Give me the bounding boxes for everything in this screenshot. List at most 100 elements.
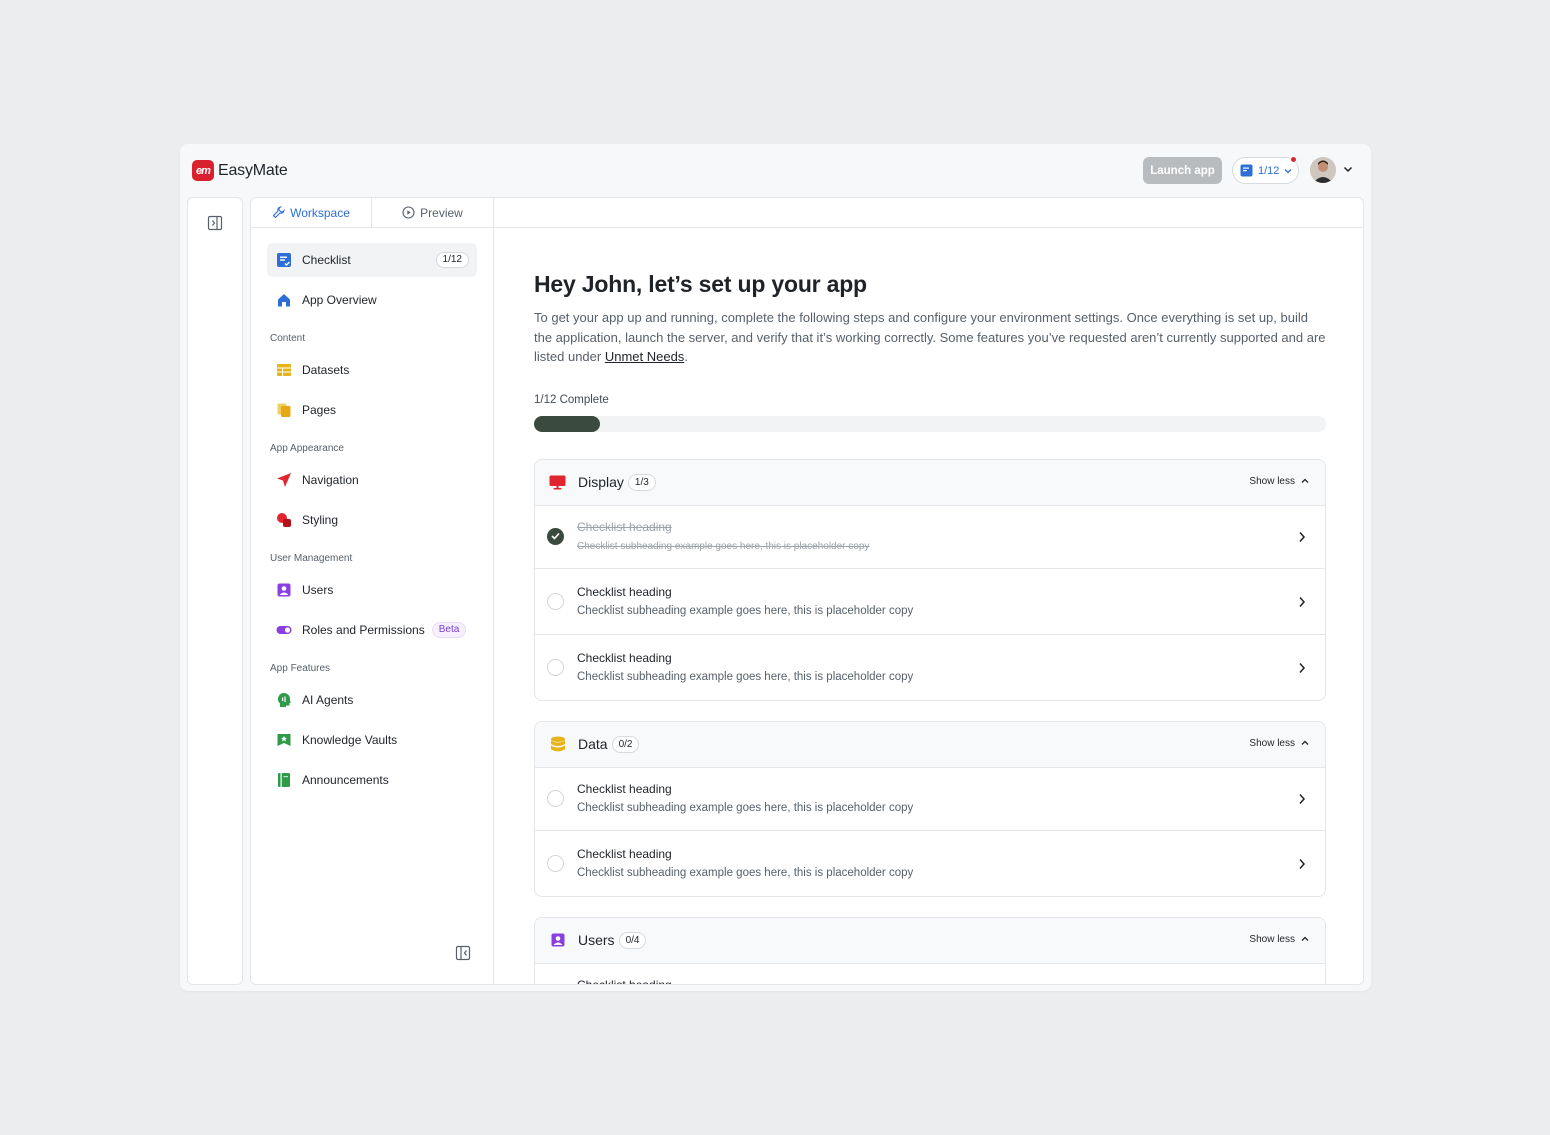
notification-dot <box>1290 156 1297 163</box>
sidebar-item-knowledge-vaults[interactable]: Knowledge Vaults <box>267 723 477 757</box>
sidebar-item-users[interactable]: Users <box>267 573 477 607</box>
group-count-badge: 0/2 <box>611 735 640 753</box>
checklist-heading: Checklist heading <box>577 650 672 665</box>
checklist-row[interactable]: Checklist heading Checklist subheading e… <box>535 567 1325 634</box>
checklist-subheading: Checklist subheading example goes here, … <box>577 540 870 552</box>
avatar-image <box>1310 157 1336 183</box>
collapse-sidebar-icon[interactable] <box>455 945 471 961</box>
tab-workspace[interactable]: Workspace <box>251 198 372 227</box>
sidebar-item-datasets[interactable]: Datasets <box>267 353 477 387</box>
checklist-row[interactable]: Checklist heading Checklist subheading e… <box>535 633 1325 700</box>
tab-workspace-label: Workspace <box>290 205 350 220</box>
chevron-right-icon <box>1299 596 1306 607</box>
sidebar-item-styling[interactable]: Styling <box>267 503 477 537</box>
unmet-needs-link[interactable]: Unmet Needs <box>605 349 684 364</box>
section-label-user-management: User Management <box>270 553 353 564</box>
account-chevron-icon[interactable] <box>1342 162 1354 176</box>
database-icon <box>549 736 566 753</box>
checkbox-circle[interactable] <box>547 854 564 872</box>
logo[interactable]: em EasyMate <box>192 160 288 181</box>
show-less-toggle[interactable]: Show less <box>1249 934 1309 945</box>
home-icon <box>276 292 292 308</box>
show-less-toggle[interactable]: Show less <box>1249 476 1309 487</box>
sidebar-item-announcements[interactable]: Announcements <box>267 763 477 797</box>
content-header-bar <box>494 198 1363 228</box>
table-icon <box>276 362 292 378</box>
checkbox-circle[interactable] <box>547 592 564 610</box>
sidebar-item-label: Datasets <box>302 363 350 377</box>
show-less-label: Show less <box>1249 933 1295 945</box>
sidebar-item-label: Roles and Permissions <box>302 623 425 637</box>
chevron-right-icon <box>1299 858 1306 869</box>
group-header: Display 1/3 Show less <box>535 459 1325 506</box>
checklist-icon <box>1240 164 1253 177</box>
sidebar-item-roles-and-permissions[interactable]: Roles and Permissions Beta <box>267 613 477 647</box>
show-less-toggle[interactable]: Show less <box>1249 738 1309 749</box>
styling-icon <box>276 512 292 528</box>
navigation-icon <box>276 472 292 488</box>
checkbox-circle[interactable] <box>547 789 564 807</box>
sidebar-item-navigation[interactable]: Navigation <box>267 463 477 497</box>
checklist-heading: Checklist heading <box>577 584 672 599</box>
checklist-heading: Checklist heading <box>577 781 672 796</box>
checkbox-circle[interactable] <box>547 658 564 676</box>
checklist-group-display: Display 1/3 Show less Checklist heading … <box>534 458 1326 701</box>
beta-badge: Beta <box>431 622 467 638</box>
group-count-badge: 0/4 <box>618 931 647 949</box>
checklist-heading: Checklist heading <box>577 519 672 534</box>
checklist-progress-button[interactable]: 1/12 <box>1232 156 1299 184</box>
checklist-row[interactable]: Checklist heading Checklist subheading e… <box>535 964 1325 985</box>
top-bar: em EasyMate Launch app 1/12 <box>180 144 1371 197</box>
app-window: em EasyMate Launch app 1/12 Workspace Pr… <box>180 144 1371 991</box>
checklist-icon <box>276 252 292 268</box>
sidebar-item-label: Users <box>302 583 334 597</box>
chevron-down-icon <box>1284 168 1292 173</box>
checklist-row[interactable]: Checklist heading Checklist subheading e… <box>535 829 1325 896</box>
side-rail <box>187 197 243 985</box>
page-title: Hey John, let’s set up your app <box>534 271 867 297</box>
checklist-row[interactable]: Checklist heading Checklist subheading e… <box>535 768 1325 830</box>
avatar[interactable] <box>1310 157 1336 183</box>
ai-agent-icon <box>276 692 292 708</box>
toggle-icon <box>276 622 292 638</box>
show-less-label: Show less <box>1249 475 1295 487</box>
chevron-right-icon <box>1299 531 1306 542</box>
group-title: Display <box>578 474 624 490</box>
chevron-up-icon <box>1301 936 1309 941</box>
checklist-subheading: Checklist subheading example goes here, … <box>577 866 914 879</box>
logo-mark: em <box>192 160 214 181</box>
checklist-row[interactable]: Checklist heading Checklist subheading e… <box>535 506 1325 568</box>
checklist-progress-label: 1/12 <box>1258 164 1280 177</box>
checklist-group-users: Users 0/4 Show less Checklist heading Ch… <box>534 916 1326 985</box>
sidebar-item-checklist[interactable]: Checklist 1/12 <box>267 243 477 277</box>
sidebar-item-label: Knowledge Vaults <box>302 733 398 747</box>
book-icon <box>276 772 292 788</box>
tab-preview-label: Preview <box>420 205 463 220</box>
intro-paragraph: To get your app up and running, complete… <box>534 308 1329 367</box>
sidebar-item-app-overview[interactable]: App Overview <box>267 283 477 317</box>
tab-preview[interactable]: Preview <box>372 198 493 227</box>
checklist-subheading: Checklist subheading example goes here, … <box>577 604 914 617</box>
chevron-right-icon <box>1299 662 1306 673</box>
sidebar-item-label: Styling <box>302 513 339 527</box>
group-header: Users 0/4 Show less <box>535 917 1325 964</box>
checklist-heading: Checklist heading <box>577 977 672 985</box>
app-name: EasyMate <box>218 161 288 179</box>
sidebar-item-label: App Overview <box>302 293 377 307</box>
sidebar-item-pages[interactable]: Pages <box>267 393 477 427</box>
expand-panel-icon[interactable] <box>207 215 223 231</box>
checklist-heading: Checklist heading <box>577 846 672 861</box>
show-less-label: Show less <box>1249 737 1295 749</box>
user-icon <box>549 932 566 949</box>
completed-check-icon[interactable] <box>547 527 564 545</box>
chevron-right-icon <box>1299 793 1306 804</box>
group-count-badge: 1/3 <box>627 473 656 491</box>
launch-app-button[interactable]: Launch app <box>1143 157 1222 184</box>
sidebar-item-ai-agents[interactable]: AI Agents <box>267 683 477 717</box>
main-content: Hey John, let’s set up your app To get y… <box>534 228 1329 985</box>
sidebar-tabs: Workspace Preview <box>251 198 493 228</box>
main-panel: Workspace Preview Checklist 1/12 App Ove… <box>250 197 1364 985</box>
pages-icon <box>276 402 292 418</box>
progress-bar <box>534 415 1326 432</box>
section-label-app-features: App Features <box>270 663 331 674</box>
